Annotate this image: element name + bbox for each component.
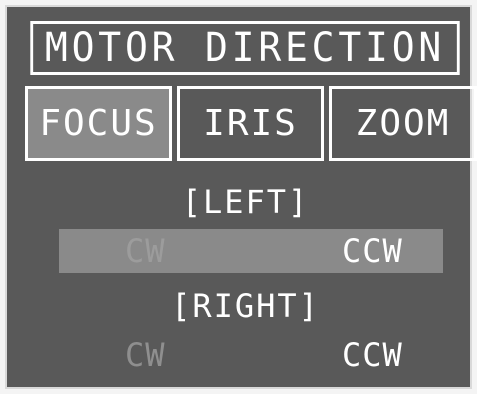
tab-iris[interactable]: IRIS xyxy=(177,86,324,161)
right-ccw-option[interactable]: CCW xyxy=(342,333,403,377)
tab-bar: FOCUS IRIS ZOOM xyxy=(25,86,477,161)
tab-focus[interactable]: FOCUS xyxy=(25,86,172,161)
tab-zoom[interactable]: ZOOM xyxy=(329,86,477,161)
page-title: MOTOR DIRECTION xyxy=(30,21,460,75)
right-direction-row[interactable]: CW CCW xyxy=(59,333,443,377)
left-ccw-option[interactable]: CCW xyxy=(342,229,403,273)
right-cw-option[interactable]: CW xyxy=(125,333,166,377)
motor-direction-screen: MOTOR DIRECTION FOCUS IRIS ZOOM [LEFT] C… xyxy=(5,5,477,389)
left-section-label: [LEFT] xyxy=(181,183,310,221)
left-cw-option[interactable]: CW xyxy=(125,229,166,273)
left-direction-row[interactable]: CW CCW xyxy=(59,229,443,273)
right-section-label: [RIGHT] xyxy=(171,287,320,325)
